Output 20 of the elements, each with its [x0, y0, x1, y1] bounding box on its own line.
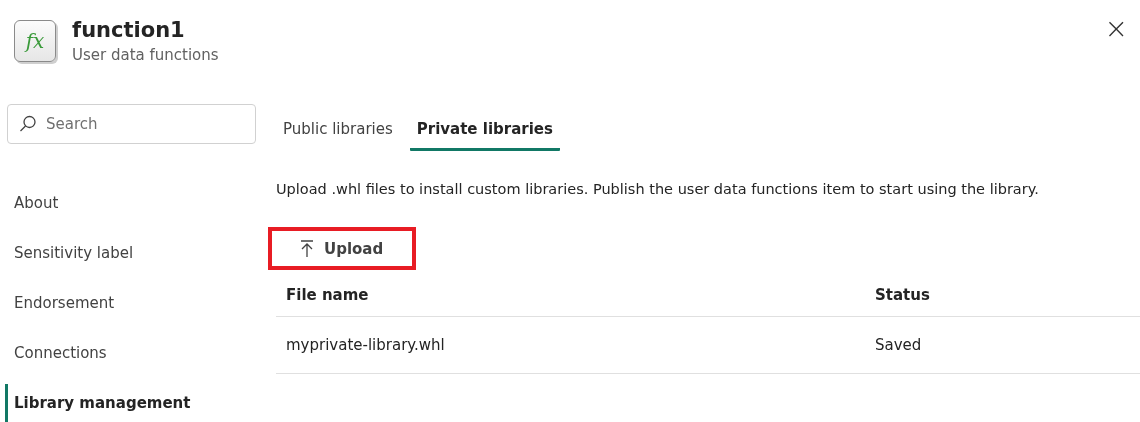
item-subtitle: User data functions	[72, 46, 219, 64]
upload-icon	[300, 239, 314, 258]
sidebar-item[interactable]: Connections	[5, 334, 263, 372]
sidebar-item[interactable]: Library management	[5, 384, 263, 422]
item-title: function1	[72, 18, 186, 42]
sidebar-item[interactable]: About	[5, 184, 263, 222]
search-field[interactable]: Search	[7, 104, 256, 144]
search-icon	[19, 115, 37, 133]
sidebar-item[interactable]: Endorsement	[5, 284, 263, 322]
table-cell-text: Saved	[875, 336, 923, 354]
tab[interactable]: Private libraries	[409, 114, 560, 151]
column-header: File name	[286, 286, 370, 304]
column-header: Status	[875, 286, 931, 304]
upload-button[interactable]: Upload	[268, 227, 416, 270]
description-text: Upload .whl files to install custom libraries. Publish the user data functions item to start using the library.	[276, 181, 1040, 197]
sidebar-item[interactable]: Sensitivity label	[5, 234, 263, 272]
tab[interactable]: Public libraries	[276, 114, 400, 151]
table-cell-text: myprivate-library.whl	[286, 336, 446, 354]
close-button[interactable]: ×	[1098, 12, 1134, 45]
function-app-icon: fx	[14, 20, 56, 62]
